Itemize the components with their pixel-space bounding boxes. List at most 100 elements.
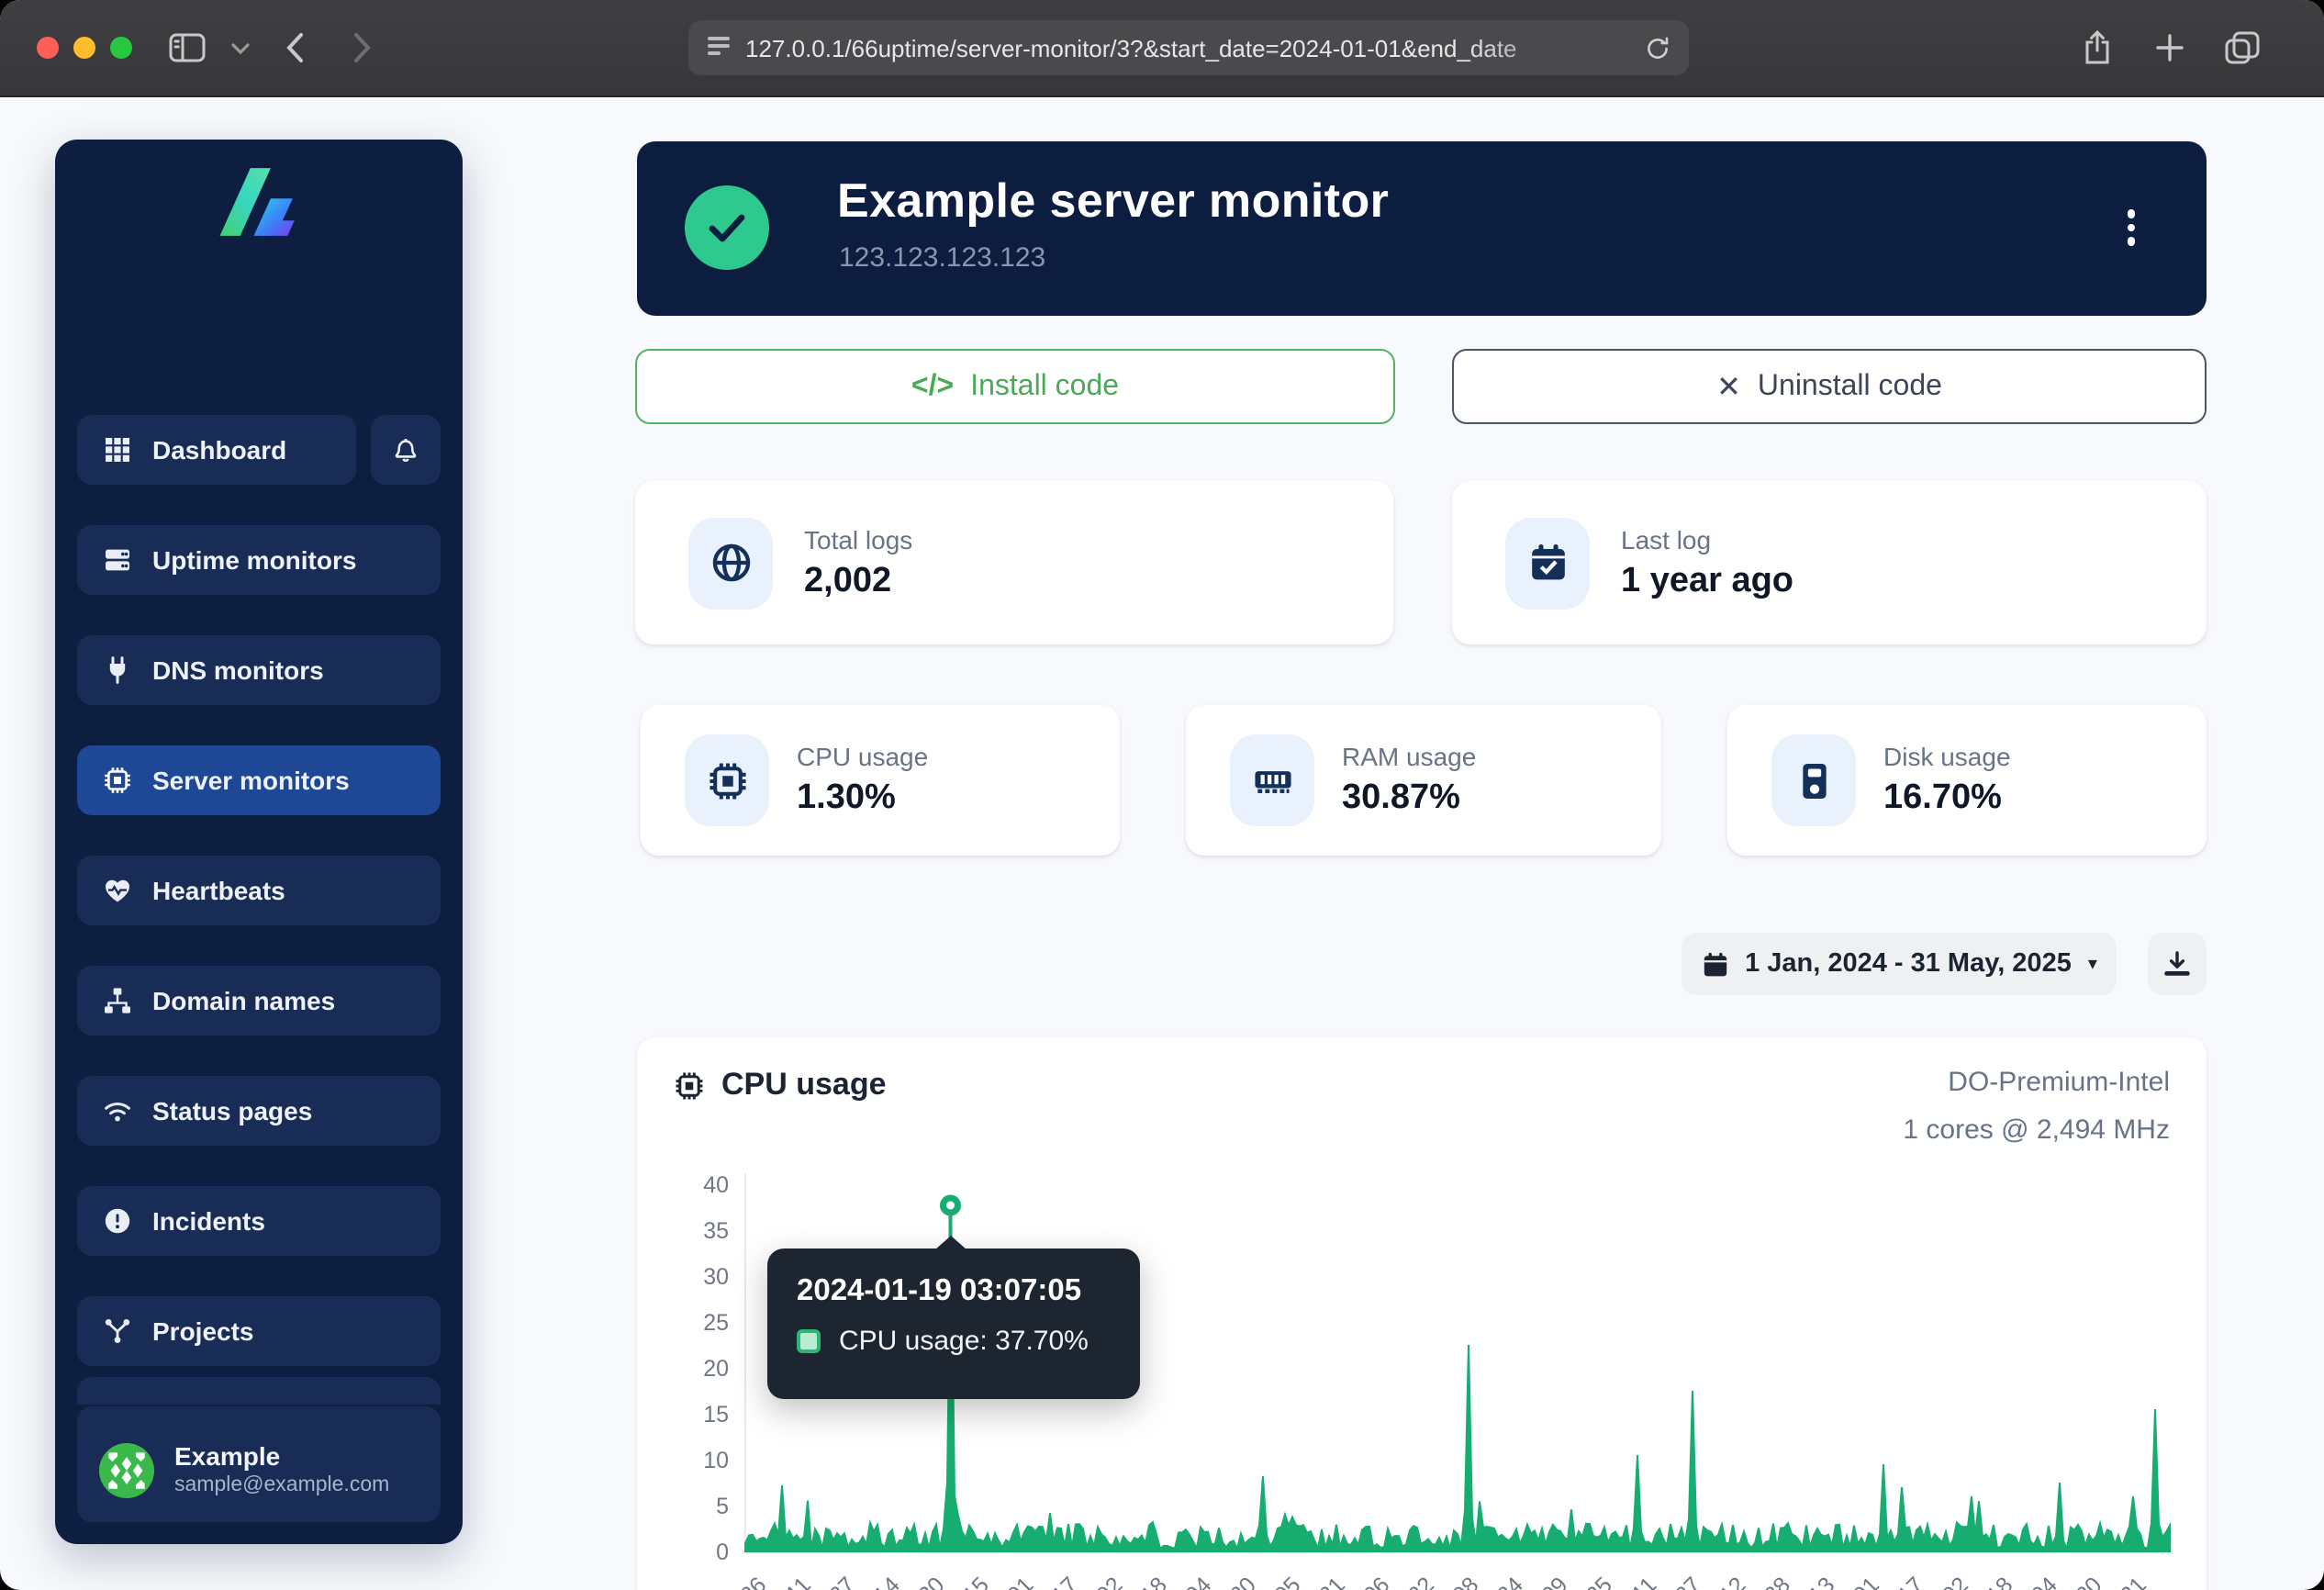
monitor-ip: 123.123.123.123 [839, 242, 1045, 274]
sidebar-item-heartbeats[interactable]: Heartbeats [77, 856, 441, 925]
sidebar: Dashboard Uptime monitors DNS monitors S… [55, 140, 463, 1544]
stat-label: RAM usage [1342, 740, 1476, 775]
svg-text:0: 0 [716, 1540, 729, 1565]
sidebar-item-status-pages[interactable]: Status pages [77, 1076, 441, 1146]
stat-value: 2,002 [804, 557, 912, 603]
alert-icon [103, 1206, 132, 1236]
url-text: 127.0.0.1/66uptime/server-monitor/3?&sta… [745, 34, 1645, 62]
minimize-window-button[interactable] [73, 37, 95, 59]
user-card[interactable]: Example sample@example.com [77, 1417, 441, 1522]
sidebar-item-label: DNS monitors [152, 655, 324, 685]
user-name: Example [174, 1440, 389, 1472]
titlebar: 127.0.0.1/66uptime/server-monitor/3?&sta… [0, 0, 2324, 97]
sidebar-item-clipped[interactable] [77, 1377, 441, 1405]
stat-value: 30.87% [1342, 775, 1476, 821]
stat-card-cpu-usage: CPU usage 1.30% [641, 705, 1120, 856]
download-icon [2162, 949, 2192, 979]
sidebar-item-dashboard[interactable]: Dashboard [77, 415, 356, 485]
forward-button-icon[interactable] [352, 24, 373, 72]
notifications-button[interactable] [371, 415, 441, 485]
chart-tooltip: 2024-01-19 03:07:05 CPU usage: 37.70% [767, 1248, 1140, 1399]
ram-icon [1230, 734, 1314, 826]
code-icon: </> [911, 370, 954, 403]
sidebar-item-label: Status pages [152, 1096, 312, 1125]
globe-icon [688, 517, 773, 609]
sidebar-item-label: Dashboard [152, 435, 286, 465]
bell-icon [391, 435, 420, 465]
app-logo[interactable] [55, 140, 463, 241]
heart-pulse-icon [103, 876, 132, 905]
sidebar-item-label: Projects [152, 1316, 254, 1346]
caret-down-icon: ▾ [2088, 954, 2097, 974]
back-button-icon[interactable] [285, 24, 305, 72]
new-tab-icon[interactable] [2155, 24, 2184, 72]
svg-text:30: 30 [703, 1264, 729, 1290]
calendar-icon [1701, 950, 1728, 978]
server-cores: 1 cores @ 2,494 MHz [1903, 1107, 2170, 1155]
sidebar-item-server-monitors[interactable]: Server monitors [77, 745, 441, 815]
date-range-picker[interactable]: 1 Jan, 2024 - 31 May, 2025 ▾ [1682, 933, 2117, 995]
page-title: Example server monitor [837, 173, 1389, 230]
sidebar-toggle-icon[interactable] [169, 24, 206, 72]
cpu-icon [674, 1069, 705, 1101]
tooltip-value: CPU usage: 37.70% [839, 1326, 1089, 1357]
svg-text:40: 40 [703, 1172, 729, 1198]
stat-card-last-log: Last log 1 year ago [1452, 481, 2207, 644]
stat-label: Total logs [804, 522, 912, 557]
sidebar-item-label: Incidents [152, 1206, 265, 1236]
sidebar-item-incidents[interactable]: Incidents [77, 1186, 441, 1256]
stat-value: 1 year ago [1621, 557, 1793, 603]
stat-value: 16.70% [1883, 775, 2011, 821]
download-button[interactable] [2148, 933, 2207, 995]
grid-icon [103, 435, 132, 465]
stat-card-ram-usage: RAM usage 30.87% [1186, 705, 1661, 856]
stat-value: 1.30% [797, 775, 928, 821]
series-swatch-icon [797, 1329, 821, 1353]
disk-icon [1771, 734, 1856, 826]
tooltip-timestamp: 2024-01-19 03:07:05 [797, 1274, 1111, 1309]
sidebar-item-projects[interactable]: Projects [77, 1296, 441, 1366]
date-range-text: 1 Jan, 2024 - 31 May, 2025 [1745, 949, 2072, 979]
chart-title: CPU usage [721, 1067, 887, 1103]
svg-text:20: 20 [703, 1356, 729, 1382]
user-email: sample@example.com [174, 1472, 389, 1499]
sidebar-item-dns-monitors[interactable]: DNS monitors [77, 635, 441, 705]
sidebar-item-label: Heartbeats [152, 876, 285, 905]
browser-window: 127.0.0.1/66uptime/server-monitor/3?&sta… [0, 0, 2324, 1590]
nodes-icon [103, 1316, 132, 1346]
sidebar-nav: Dashboard Uptime monitors DNS monitors S… [77, 415, 441, 1517]
reader-icon[interactable] [707, 35, 731, 61]
svg-text:5: 5 [716, 1494, 729, 1519]
kebab-menu-icon[interactable] [2115, 200, 2148, 255]
svg-text:25: 25 [703, 1310, 729, 1336]
avatar [99, 1442, 154, 1497]
reload-icon[interactable] [1645, 34, 1670, 62]
stat-label: CPU usage [797, 740, 928, 775]
chevron-down-icon[interactable] [231, 24, 250, 72]
svg-text:10: 10 [703, 1448, 729, 1473]
sidebar-item-label: Server monitors [152, 766, 350, 795]
install-code-button[interactable]: </> Install code [635, 349, 1395, 424]
monitor-header-card: Example server monitor 123.123.123.123 [637, 141, 2207, 316]
sidebar-item-label: Uptime monitors [152, 545, 356, 575]
zoom-window-button[interactable] [110, 37, 132, 59]
stat-label: Disk usage [1883, 740, 2011, 775]
plug-icon [103, 655, 132, 685]
close-icon: ✕ [1716, 368, 1741, 405]
tab-overview-icon[interactable] [2225, 24, 2260, 72]
uninstall-code-button[interactable]: ✕ Uninstall code [1452, 349, 2207, 424]
cpu-icon [685, 734, 769, 826]
share-icon[interactable] [2082, 24, 2113, 72]
status-up-icon [685, 185, 769, 270]
stat-card-disk-usage: Disk usage 16.70% [1727, 705, 2207, 856]
sidebar-item-label: Domain names [152, 986, 335, 1015]
server-plan: DO-Premium-Intel [1903, 1059, 2170, 1107]
sidebar-item-domain-names[interactable]: Domain names [77, 966, 441, 1036]
calendar-check-icon [1505, 517, 1590, 609]
close-window-button[interactable] [37, 37, 59, 59]
server-icon [103, 545, 132, 575]
url-bar[interactable]: 127.0.0.1/66uptime/server-monitor/3?&sta… [688, 20, 1689, 75]
svg-text:15: 15 [703, 1402, 729, 1428]
cpu-icon [103, 766, 132, 795]
sidebar-item-uptime-monitors[interactable]: Uptime monitors [77, 525, 441, 595]
